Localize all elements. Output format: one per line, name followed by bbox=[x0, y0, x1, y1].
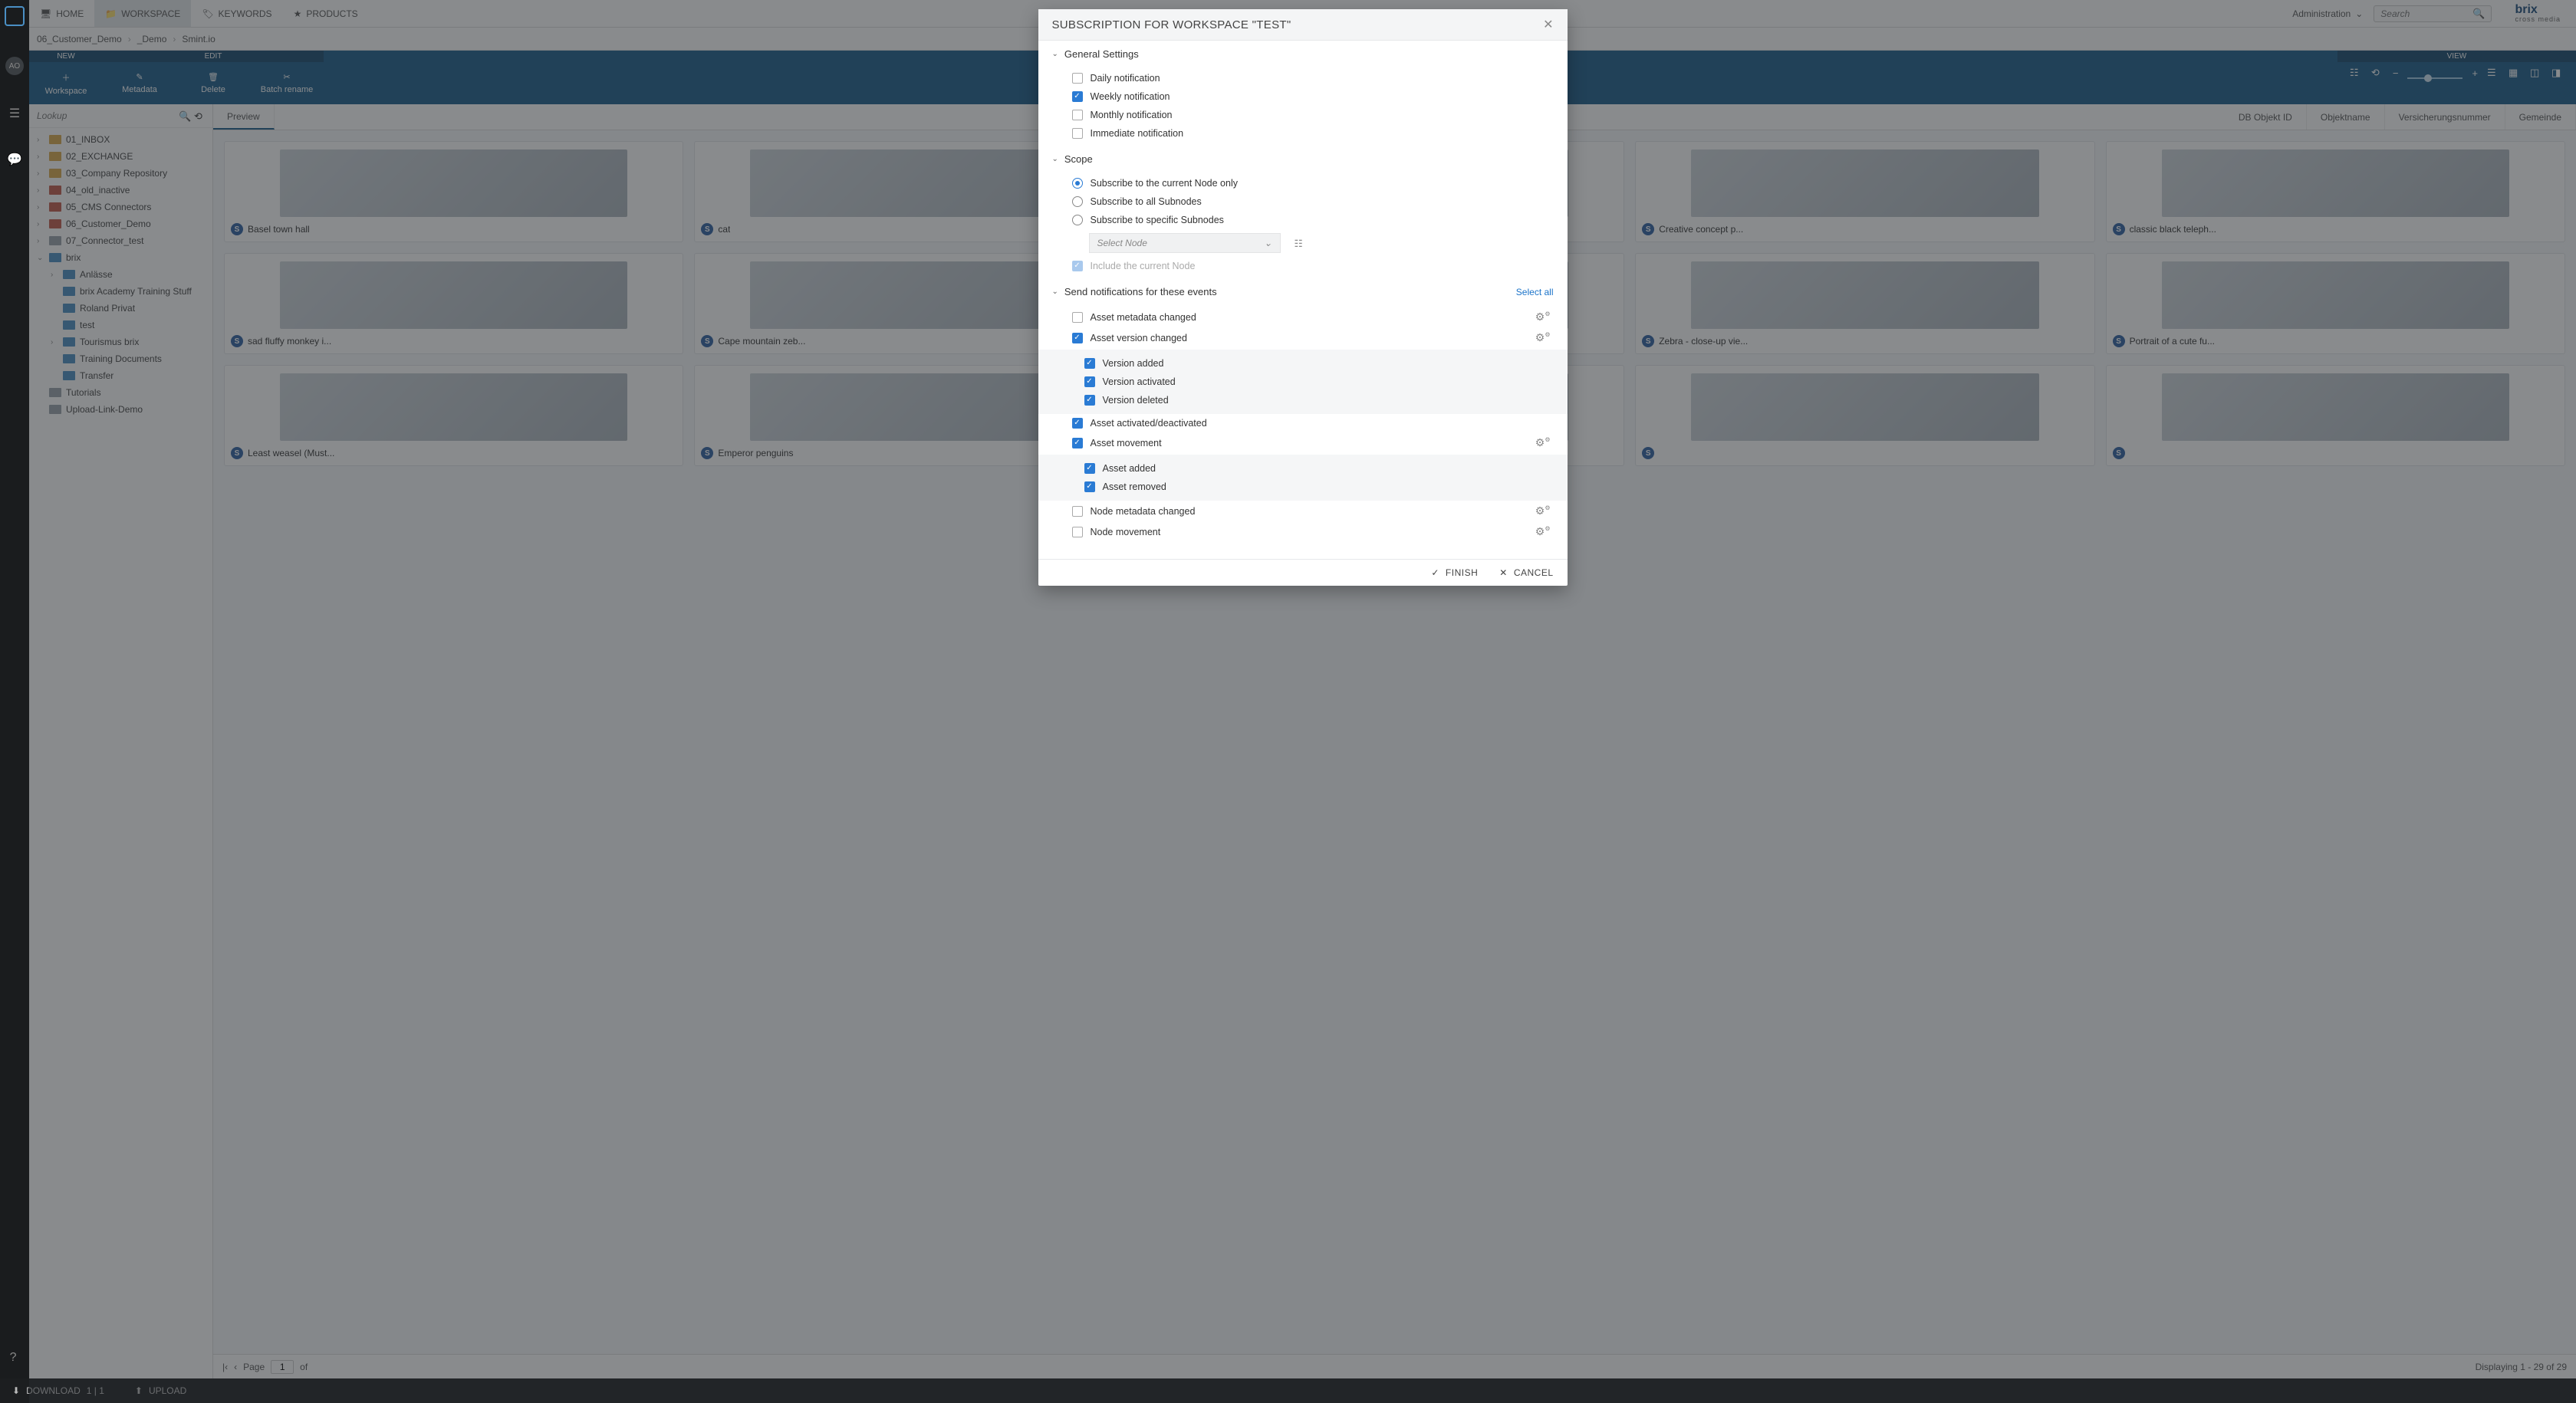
checkbox[interactable] bbox=[1072, 110, 1083, 120]
finish-button[interactable]: ✓FINISH bbox=[1431, 567, 1478, 578]
event-option[interactable]: Asset removed bbox=[1038, 478, 1568, 496]
section-events-title: Send notifications for these events bbox=[1064, 286, 1217, 297]
event-option[interactable]: Version activated bbox=[1038, 373, 1568, 391]
check-icon: ✓ bbox=[1431, 567, 1439, 578]
tree-picker-icon[interactable]: ☷ bbox=[1295, 238, 1303, 249]
checkbox[interactable] bbox=[1084, 376, 1095, 387]
scope-radio-option[interactable]: Subscribe to the current Node only bbox=[1055, 174, 1551, 192]
event-option[interactable]: Asset added bbox=[1038, 459, 1568, 478]
event-option[interactable]: Node movement⚙⚙ bbox=[1038, 521, 1568, 542]
notification-option[interactable]: Daily notification bbox=[1055, 69, 1551, 87]
download-icon: ⬇ bbox=[12, 1385, 20, 1396]
event-option[interactable]: Asset activated/deactivated bbox=[1038, 414, 1568, 432]
checkbox bbox=[1072, 261, 1083, 271]
notification-option[interactable]: Monthly notification bbox=[1055, 106, 1551, 124]
help-icon[interactable]: ? bbox=[10, 1351, 20, 1365]
cancel-button[interactable]: ✕CANCEL bbox=[1499, 567, 1553, 578]
chevron-down-icon[interactable]: ⌄ bbox=[1052, 288, 1058, 296]
event-option[interactable]: Version deleted bbox=[1038, 391, 1568, 409]
radio[interactable] bbox=[1072, 196, 1083, 207]
chat-icon[interactable]: 💬 bbox=[7, 152, 22, 167]
checkbox[interactable] bbox=[1072, 506, 1083, 517]
checkbox[interactable] bbox=[1072, 418, 1083, 429]
checkbox[interactable] bbox=[1084, 481, 1095, 492]
checkbox[interactable] bbox=[1072, 73, 1083, 84]
radio[interactable] bbox=[1072, 215, 1083, 225]
notification-option[interactable]: Weekly notification bbox=[1055, 87, 1551, 106]
radio[interactable] bbox=[1072, 178, 1083, 189]
section-scope-title: Scope bbox=[1064, 153, 1093, 165]
checkbox[interactable] bbox=[1072, 91, 1083, 102]
checkbox[interactable] bbox=[1084, 395, 1095, 406]
gear-icon[interactable]: ⚙⚙ bbox=[1535, 436, 1551, 449]
gear-icon[interactable]: ⚙⚙ bbox=[1535, 310, 1551, 324]
select-all-link[interactable]: Select all bbox=[1516, 287, 1554, 297]
notification-option[interactable]: Immediate notification bbox=[1055, 124, 1551, 143]
chevron-down-icon[interactable]: ⌄ bbox=[1052, 155, 1058, 163]
chevron-down-icon[interactable]: ⌄ bbox=[1052, 50, 1058, 58]
left-rail: AO ☰ 💬 ? ⏻ bbox=[0, 0, 29, 1403]
checkbox[interactable] bbox=[1084, 463, 1095, 474]
scope-radio-option[interactable]: Subscribe to all Subnodes bbox=[1055, 192, 1551, 211]
modal-title: SUBSCRIPTION FOR WORKSPACE "TEST" bbox=[1052, 18, 1291, 31]
gear-icon[interactable]: ⚙⚙ bbox=[1535, 504, 1551, 518]
checkbox[interactable] bbox=[1084, 358, 1095, 369]
gear-icon[interactable]: ⚙⚙ bbox=[1535, 331, 1551, 344]
checkbox[interactable] bbox=[1072, 333, 1083, 343]
event-option[interactable]: Asset metadata changed⚙⚙ bbox=[1038, 307, 1568, 327]
select-node-dropdown[interactable]: Select Node⌄ bbox=[1089, 233, 1281, 253]
modal-overlay: SUBSCRIPTION FOR WORKSPACE "TEST" ✕ ⌄ Gen… bbox=[29, 0, 2576, 1403]
close-icon: ✕ bbox=[1499, 567, 1508, 578]
layers-icon[interactable]: ☰ bbox=[9, 106, 20, 121]
event-option[interactable]: Asset version changed⚙⚙ bbox=[1038, 327, 1568, 348]
modal-close-icon[interactable]: ✕ bbox=[1543, 17, 1553, 32]
section-general-title: General Settings bbox=[1064, 48, 1139, 60]
include-current-node: Include the current Node bbox=[1055, 257, 1551, 275]
gear-icon[interactable]: ⚙⚙ bbox=[1535, 525, 1551, 538]
event-option[interactable]: Version added bbox=[1038, 354, 1568, 373]
user-avatar[interactable]: AO bbox=[5, 57, 24, 75]
scope-radio-option[interactable]: Subscribe to specific Subnodes bbox=[1055, 211, 1551, 229]
app-logo[interactable] bbox=[5, 6, 25, 26]
checkbox[interactable] bbox=[1072, 438, 1083, 449]
checkbox[interactable] bbox=[1072, 312, 1083, 323]
checkbox[interactable] bbox=[1072, 128, 1083, 139]
subscription-modal: SUBSCRIPTION FOR WORKSPACE "TEST" ✕ ⌄ Gen… bbox=[1038, 9, 1568, 586]
event-option[interactable]: Node metadata changed⚙⚙ bbox=[1038, 501, 1568, 521]
event-option[interactable]: Asset movement⚙⚙ bbox=[1038, 432, 1568, 453]
checkbox[interactable] bbox=[1072, 527, 1083, 537]
chevron-down-icon: ⌄ bbox=[1264, 238, 1272, 248]
